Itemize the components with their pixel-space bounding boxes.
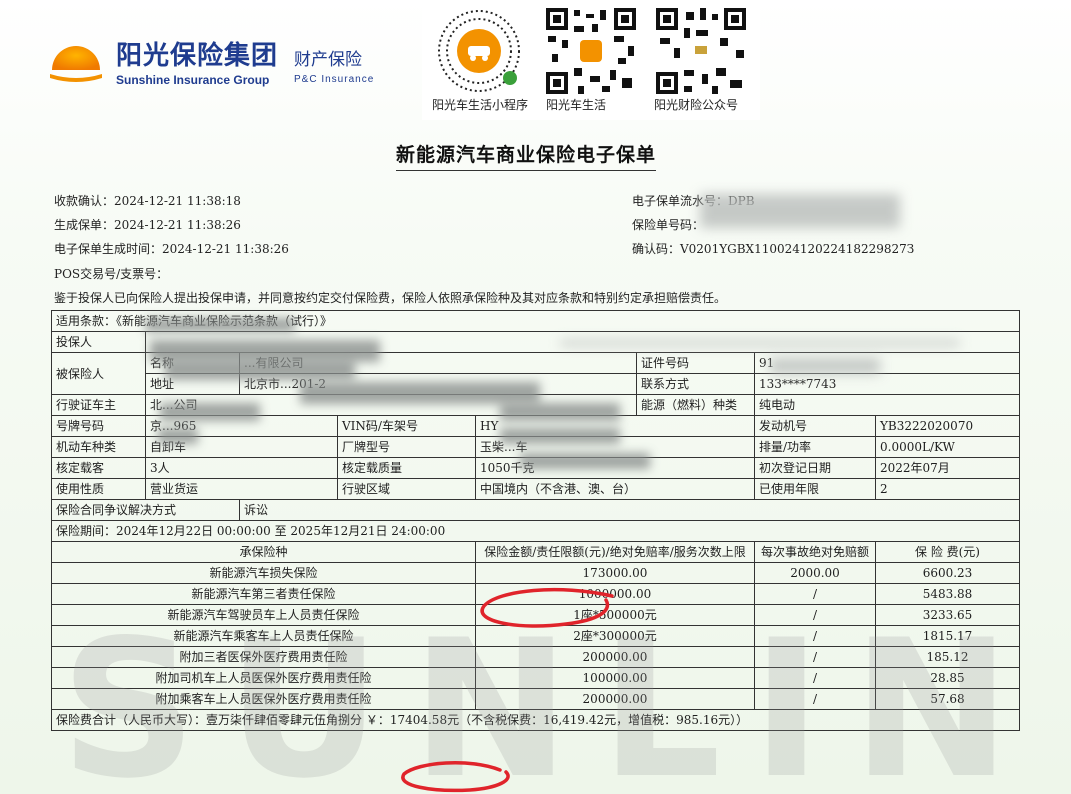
brand-sub-en: P&C Insurance [294,74,375,85]
model-label: 厂牌型号 [337,436,476,458]
coverage-name: 新能源汽车驾驶员车上人员责任保险 [51,604,476,626]
reg-date-label: 初次登记日期 [754,457,876,479]
document-title: 新能源汽车商业保险电子保单 [396,140,657,171]
qr-code-icon [654,6,748,96]
coverage-name: 新能源汽车第三者责任保险 [51,583,476,605]
e-policy-generated-time: 电子保单生成时间：2024-12-21 11:38:26 [54,242,289,256]
amount-header: 保险金额/责任限额(元)/绝对免赔率/服务次数上限 [475,541,755,563]
energy-label: 能源（燃料）种类 [636,394,755,416]
coverage-amount: 1000000.00 [475,583,755,605]
brand-name-cn: 阳光保险集团 [116,41,279,71]
redaction-blur [520,453,650,469]
redaction-blur [560,340,960,346]
insurance-period: 保险期间：2024年12月22日 00:00:00 至 2025年12月21日 … [50,520,1021,542]
area-label: 行驶区域 [337,478,476,500]
table-row: 使用性质 营业货运 行驶区域 中国境内（不含港、澳、台） 已使用年限 2 [51,478,1021,500]
usage-value: 营业货运 [145,478,338,500]
qr-label: 阳光车生活小程序 [432,98,529,112]
policy-page: 阳光保险集团 财产保险 Sunshine Insurance Group P&C… [0,0,1071,794]
power-label: 排量/功率 [754,436,876,458]
redaction-blur [165,360,355,380]
confirmation-code: 确认码：V0201YGBX11002412022418229827З [632,242,915,256]
plate-label: 号牌号码 [51,415,146,437]
engine-value: YB3222020070 [874,415,1021,437]
coverage-row: 新能源汽车驾驶员车上人员责任保险 1座*500000元/3233.65 [51,604,1021,626]
coverage-deductible: / [754,604,876,626]
applicant-label: 投保人 [51,331,146,353]
vehicle-type-label: 机动车种类 [51,436,146,458]
table-header-row: 承保险种 保险金额/责任限额(元)/绝对免赔率/服务次数上限 每次事故绝对免赔额… [51,541,1021,563]
coverage-row: 新能源汽车第三者责任保险 1000000.00/5483.88 [51,583,1021,605]
pos-transaction-no: POS交易号/支票号： [54,267,169,281]
coverage-deductible: / [754,583,876,605]
qr-code-panel: 阳光车生活小程序 阳光车生活 阳光财险公众号 [422,0,760,120]
years-label: 已使用年限 [754,478,876,500]
seats-label: 核定载客 [51,457,146,479]
redaction-blur [158,428,198,444]
redaction-blur [300,382,540,404]
load-label: 核定载质量 [337,457,476,479]
coverage-deductible: 2000.00 [754,562,876,584]
table-row: 保险合同争议解决方式 诉讼 [51,499,1021,521]
qr-code-icon [544,6,638,96]
usage-label: 使用性质 [51,478,146,500]
deductible-header: 每次事故绝对免赔额 [754,541,876,563]
premium-header: 保 险 费(元) [874,541,1021,563]
redaction-blur [770,358,880,374]
contact-value: 133****7743 [753,373,1021,395]
area-value: 中国境内（不含港、澳、台） [475,478,755,500]
coverage-amount: 1座*500000元 [475,604,755,626]
redaction-blur [500,428,620,444]
table-row: 保险期间：2024年12月22日 00:00:00 至 2025年12月21日 … [50,520,1021,542]
redaction-blur [145,318,295,332]
sunline-watermark: SUNLINE [60,630,1040,790]
vin-label: VIN码/车架号 [337,415,476,437]
years-value: 2 [874,478,1021,500]
redaction-blur [700,194,900,228]
redaction-blur [150,340,380,362]
policy-number: 保险单号码： [632,218,705,232]
coverage-premium: 6600.23 [874,562,1021,584]
reg-date-value: 2022年07月 [874,457,1021,479]
owner-label: 行驶证车主 [51,394,146,416]
coverage-name: 新能源汽车损失保险 [51,562,476,584]
policy-notice: 鉴于投保人已向保险人提出投保申请，并同意按约定交付保险费，保险人依照承保险种及其… [54,291,727,305]
dispute-label: 保险合同争议解决方式 [51,499,240,521]
mini-program-code-icon [438,10,520,92]
power-value: 0.0000L/KW [874,436,1021,458]
coverage-row: 新能源汽车损失保险 173000.00 2000.00 6600.23 [51,562,1021,584]
coverage-premium: 3233.65 [874,604,1021,626]
engine-label: 发动机号 [754,415,876,437]
brand-name-en: Sunshine Insurance Group [116,73,270,87]
id-label: 证件号码 [636,352,755,374]
coverage-amount: 173000.00 [475,562,755,584]
contact-label: 联系方式 [636,373,755,395]
qr-label: 阳光财险公众号 [654,98,739,112]
sunshine-logo: 阳光保险集团 财产保险 Sunshine Insurance Group P&C… [48,33,378,93]
seats-value: 3人 [145,457,338,479]
redaction-blur [500,403,620,421]
policy-generated-time: 生成保单：2024-12-21 11:38:26 [54,218,241,232]
brand-sub-cn: 财产保险 [294,50,362,70]
coverage-header: 承保险种 [51,541,476,563]
sun-logo-icon [50,46,102,82]
coverage-premium: 5483.88 [874,583,1021,605]
qr-label: 阳光车生活 [546,98,607,112]
energy-value: 纯电动 [753,394,1021,416]
payment-confirm-time: 收款确认：2024-12-21 11:38:18 [54,194,241,208]
dispute-value: 诉讼 [238,499,1021,521]
insured-label: 被保险人 [51,352,146,395]
redaction-blur [160,403,260,421]
